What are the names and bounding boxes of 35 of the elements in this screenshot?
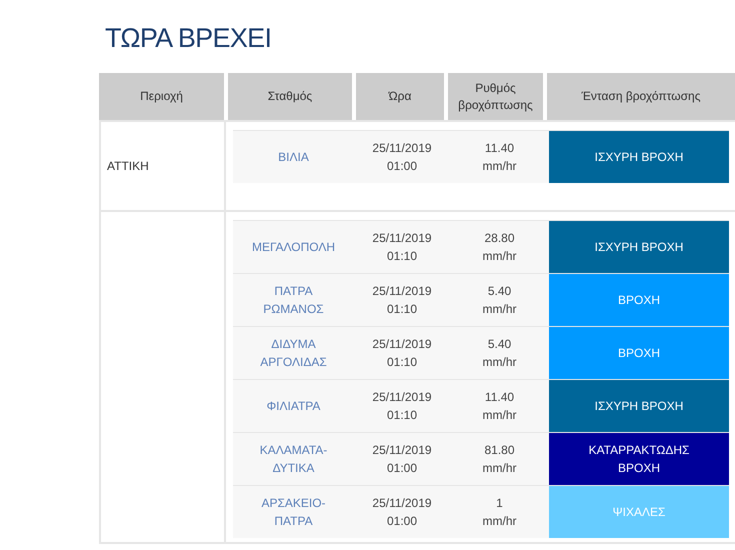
intensity-cell: ΚΑΤΑΡΡΑΚΤΩΔΗΣ ΒΡΟΧΗ bbox=[549, 433, 729, 485]
rate-cell-text: 5.40 mm/hr bbox=[482, 283, 518, 318]
station-cell-text: ΠΑΤΡΑ ΡΩΜΑΝΟΣ bbox=[262, 283, 325, 318]
station-cell-text: ΑΡΣΑΚΕΙΟ-ΠΑΤΡΑ bbox=[260, 495, 327, 530]
rate-cell-text: 11.40 mm/hr bbox=[482, 389, 518, 424]
time-cell-text: 25/11/2019 01:00 bbox=[371, 495, 433, 530]
rate-cell-text: 28.80 mm/hr bbox=[482, 230, 518, 265]
rate-cell-text: 1 mm/hr bbox=[482, 495, 518, 530]
page-title: ΤΩΡΑ ΒΡΕΧΕΙ bbox=[105, 22, 272, 55]
time-cell-text: 25/11/2019 01:10 bbox=[371, 283, 433, 318]
rate-cell-text: 81.80 mm/hr bbox=[482, 442, 518, 477]
station-cell-text: ΚΑΛΑΜΑΤΑ-ΔΥΤΙΚΑ bbox=[258, 442, 328, 477]
time-cell-text: 25/11/2019 01:00 bbox=[371, 442, 433, 477]
rate-cell-text: 5.40 mm/hr bbox=[482, 336, 518, 371]
column-header: Σταθμός bbox=[228, 73, 352, 120]
time-cell-text: 25/11/2019 01:10 bbox=[371, 389, 433, 424]
region-cell: ΑΤΤΙΚΗ bbox=[99, 120, 226, 210]
intensity-cell: ΙΣΧΥΡΗ ΒΡΟΧΗ bbox=[549, 380, 729, 432]
station-cell-text: ΔΙΔΥΜΑ ΑΡΓΟΛΙΔΑΣ bbox=[259, 336, 328, 371]
column-header: Ένταση βροχόπτωσης bbox=[547, 73, 735, 120]
column-header: Ώρα bbox=[356, 73, 444, 120]
intensity-cell: ΙΣΧΥΡΗ ΒΡΟΧΗ bbox=[549, 131, 729, 183]
time-cell-text: 25/11/2019 01:10 bbox=[371, 230, 433, 265]
station-cell-text: ΜΕΓΑΛΟΠΟΛΗ bbox=[250, 239, 336, 256]
column-header: Ρυθμός βροχόπτωσης bbox=[448, 73, 543, 120]
intensity-cell: ΒΡΟΧΗ bbox=[549, 274, 729, 326]
column-header: Περιοχή bbox=[99, 73, 224, 120]
time-cell-text: 25/11/2019 01:00 bbox=[371, 140, 433, 175]
station-cell-text: ΒΙΛΙΑ bbox=[277, 149, 310, 166]
rate-cell-text: 11.40 mm/hr bbox=[482, 140, 518, 175]
intensity-cell: ΒΡΟΧΗ bbox=[549, 327, 729, 379]
intensity-cell: ΨΙΧΑΛΕΣ bbox=[549, 486, 729, 538]
time-cell-text: 25/11/2019 01:10 bbox=[371, 336, 433, 371]
intensity-cell: ΙΣΧΥΡΗ ΒΡΟΧΗ bbox=[549, 221, 729, 273]
station-cell-text: ΦΙΛΙΑΤΡΑ bbox=[266, 398, 322, 415]
